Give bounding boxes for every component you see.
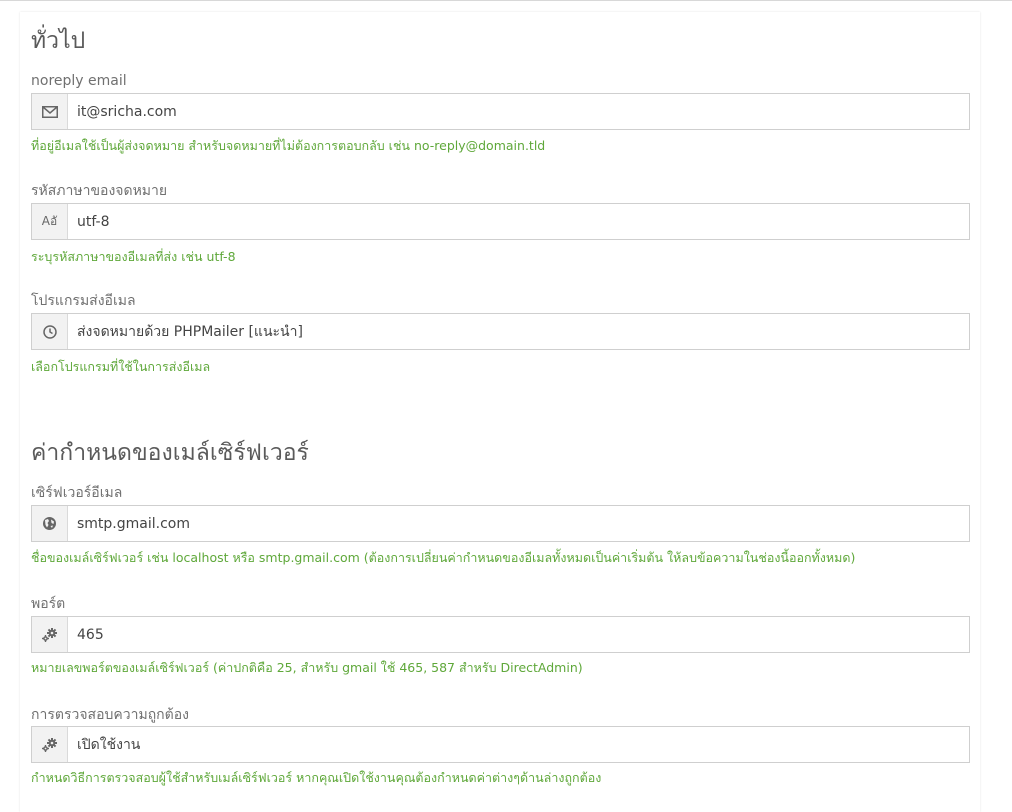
- mailer-help: เลือกโปรแกรมที่ใช้ในการส่งอีเมล: [31, 359, 211, 374]
- port-field[interactable]: 465: [31, 616, 970, 653]
- port-input[interactable]: 465: [68, 617, 969, 652]
- mailer-select[interactable]: ส่งจดหมายด้วย PHPMailer [แนะนำ]: [31, 313, 970, 350]
- noreply-email-help: ที่อยู่อีเมลใช้เป็นผู้ส่งจดหมาย สำหรับจด…: [31, 138, 546, 153]
- envelope-icon: [32, 94, 68, 129]
- gears-icon: [32, 727, 68, 762]
- charset-label: รหัสภาษาของจดหมาย: [31, 183, 168, 199]
- gears-icon: [32, 617, 68, 652]
- clock-icon: [32, 314, 68, 349]
- mailer-label: โปรแกรมส่งอีเมล: [31, 293, 136, 309]
- charset-help: ระบุรหัสภาษาของอีเมลที่ส่ง เช่น utf-8: [31, 249, 236, 264]
- auth-select-value[interactable]: เปิดใช้งาน: [68, 727, 969, 762]
- auth-select[interactable]: เปิดใช้งาน: [31, 726, 970, 763]
- mail-server-help: ชื่อของเมล์เซิร์ฟเวอร์ เช่น localhost หร…: [31, 550, 856, 565]
- noreply-email-field[interactable]: it@sricha.com: [31, 93, 970, 130]
- auth-help: กำหนดวิธีการตรวจสอบผู้ใช้สำหรับเมล์เซิร์…: [31, 770, 602, 785]
- settings-card: [20, 12, 980, 812]
- mail-server-field[interactable]: smtp.gmail.com: [31, 505, 970, 542]
- mail-server-input[interactable]: smtp.gmail.com: [68, 506, 969, 541]
- noreply-email-label: noreply email: [31, 73, 127, 89]
- language-icon: Aอั: [32, 204, 68, 239]
- charset-input[interactable]: utf-8: [68, 204, 969, 239]
- port-help: หมายเลขพอร์ตของเมล์เซิร์ฟเวอร์ (ค่าปกติค…: [31, 660, 583, 675]
- top-divider: [0, 0, 1012, 1]
- section-title-mail-server: ค่ากำหนดของเมล์เซิร์ฟเวอร์: [31, 440, 309, 466]
- globe-icon: [32, 506, 68, 541]
- charset-field[interactable]: Aอั utf-8: [31, 203, 970, 240]
- section-title-general: ทั่วไป: [31, 28, 86, 54]
- auth-label: การตรวจสอบความถูกต้อง: [31, 707, 189, 723]
- mail-server-label: เซิร์ฟเวอร์อีเมล: [31, 485, 123, 501]
- port-label: พอร์ต: [31, 596, 66, 612]
- mailer-select-value[interactable]: ส่งจดหมายด้วย PHPMailer [แนะนำ]: [68, 314, 969, 349]
- noreply-email-input[interactable]: it@sricha.com: [68, 94, 969, 129]
